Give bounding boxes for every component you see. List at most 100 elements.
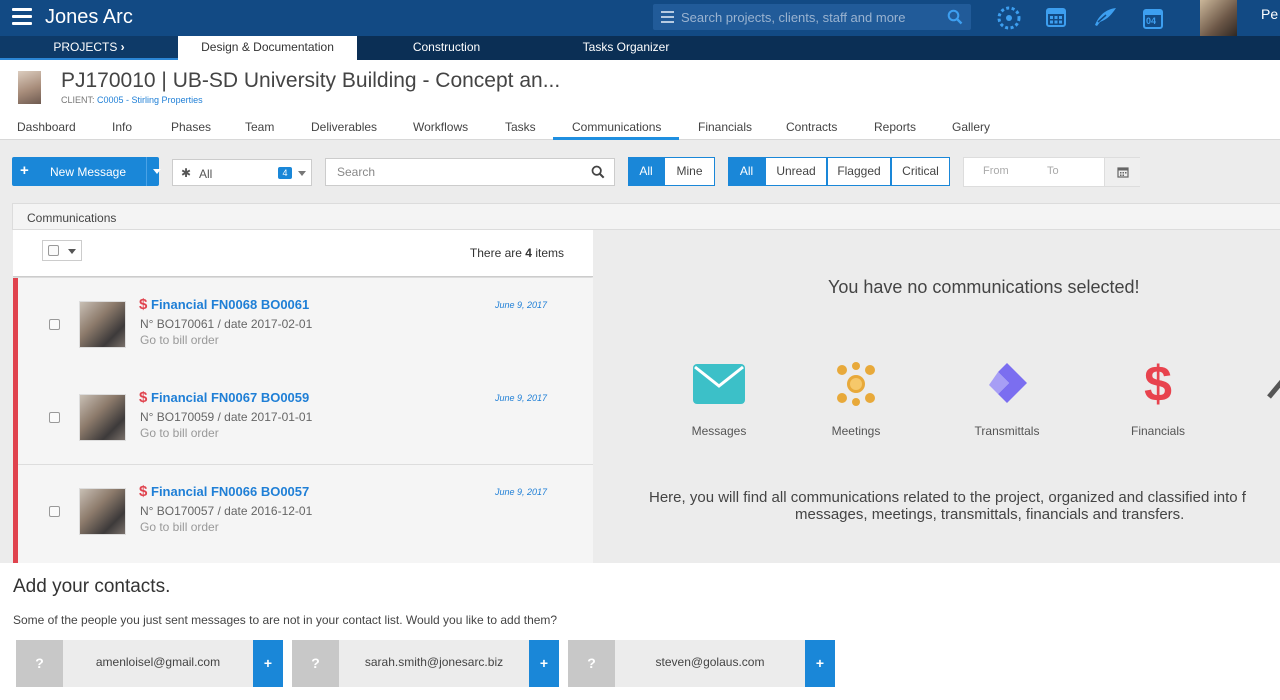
date-picker-button[interactable] (1104, 158, 1140, 186)
list-item[interactable]: $ Financial FN0067 BO0059 N° BO170059 / … (13, 371, 593, 465)
ptab-reports[interactable]: Reports (874, 120, 916, 134)
ptab-contracts[interactable]: Contracts (786, 120, 837, 134)
contact-email: sarah.smith@jonesarc.biz (339, 640, 529, 687)
unknown-avatar-icon: ? (292, 640, 339, 687)
avatar (79, 301, 126, 348)
item-date: June 9, 2017 (494, 300, 547, 310)
item-checkbox[interactable] (49, 506, 60, 517)
scope-all-button[interactable]: All (628, 157, 664, 186)
plus-icon: + (20, 162, 29, 179)
financial-flag (13, 465, 18, 559)
type-filter-select[interactable]: ✱ All 4 (172, 159, 312, 186)
category-transfers[interactable]: Tr (1230, 358, 1280, 438)
status-flagged-button[interactable]: Flagged (827, 157, 891, 186)
item-checkbox[interactable] (49, 319, 60, 330)
transfer-icon (1267, 379, 1280, 399)
ptab-deliverables[interactable]: Deliverables (311, 120, 377, 134)
category-messages[interactable]: Messages (659, 358, 779, 438)
add-contact-button[interactable]: + (529, 640, 559, 687)
item-date: June 9, 2017 (494, 393, 547, 403)
client-link[interactable]: C0005 - Stirling Properties (97, 95, 203, 105)
calendar-icon[interactable] (1045, 5, 1067, 29)
project-thumbnail (18, 71, 41, 104)
items-count: There are 4 items (469, 246, 564, 260)
item-title[interactable]: Financial FN0067 BO0059 (151, 390, 309, 405)
project-header: PJ170010 | UB-SD University Building - C… (0, 60, 1280, 140)
ptab-gallery[interactable]: Gallery (952, 120, 990, 134)
status-all-button[interactable]: All (728, 157, 765, 186)
financial-flag (13, 371, 18, 465)
menu-icon[interactable] (12, 8, 32, 26)
ptab-workflows[interactable]: Workflows (413, 120, 468, 134)
app-name[interactable]: Jones Arc (45, 6, 133, 29)
add-contact-button[interactable]: + (805, 640, 835, 687)
new-message-button[interactable]: + New Message (12, 157, 161, 186)
status-critical-button[interactable]: Critical (891, 157, 950, 186)
empty-state-title: You have no communications selected! (828, 277, 1140, 297)
add-contacts-title: Add your contacts. (13, 576, 171, 597)
user-name[interactable]: Pe (1261, 6, 1278, 22)
bulk-select[interactable] (42, 240, 82, 261)
projects-menu[interactable]: PROJECTS › (0, 36, 178, 60)
ptab-phases[interactable]: Phases (171, 120, 211, 134)
list-item[interactable]: $ Financial FN0068 BO0061 N° BO170061 / … (13, 278, 593, 372)
search-icon[interactable] (591, 165, 605, 179)
date-from-input[interactable]: From (983, 165, 1009, 177)
dollar-icon: $ (139, 389, 148, 406)
calendar-day-number: 04 (1146, 16, 1157, 26)
category-financials[interactable]: $ Financials (1098, 358, 1218, 438)
item-meta: N° BO170059 / date 2017-01-01 (140, 410, 313, 424)
progress-icon[interactable] (995, 5, 1023, 31)
dollar-icon: $ (139, 296, 148, 313)
category-label: Messages (691, 424, 747, 438)
global-search[interactable]: Search projects, clients, staff and more (653, 4, 971, 30)
date-to-input[interactable]: To (1047, 165, 1059, 177)
item-title[interactable]: Financial FN0068 BO0061 (151, 297, 309, 312)
category-label: Tr (1230, 424, 1280, 438)
ptab-tasks[interactable]: Tasks (505, 120, 536, 134)
add-contacts-subtitle: Some of the people you just sent message… (13, 613, 558, 627)
asterisk-icon: ✱ (181, 166, 192, 180)
contact-email: amenloisel@gmail.com (63, 640, 253, 687)
envelope-icon (693, 364, 745, 404)
tab-design-documentation[interactable]: Design & Documentation (178, 36, 357, 60)
chevron-right-icon: › (120, 40, 125, 54)
active-tab-indicator (553, 137, 679, 140)
ptab-info[interactable]: Info (112, 120, 132, 134)
scope-mine-button[interactable]: Mine (664, 157, 715, 186)
item-title[interactable]: Financial FN0066 BO0057 (151, 484, 309, 499)
user-avatar[interactable] (1200, 0, 1237, 36)
item-checkbox[interactable] (49, 412, 60, 423)
add-contact-button[interactable]: + (253, 640, 283, 687)
search-icon[interactable] (947, 9, 963, 25)
message-search-input[interactable] (326, 159, 586, 185)
ptab-dashboard[interactable]: Dashboard (17, 120, 76, 134)
message-search (325, 158, 615, 186)
ptab-communications[interactable]: Communications (572, 120, 661, 134)
dropdown-caret-icon[interactable] (153, 169, 161, 174)
date-range: From To (963, 157, 1140, 187)
empty-state-description: Here, you will find all communications r… (649, 489, 1246, 523)
ptab-financials[interactable]: Financials (698, 120, 752, 134)
select-all-checkbox[interactable] (48, 245, 59, 256)
unknown-avatar-icon: ? (568, 640, 615, 687)
category-transmittals[interactable]: Transmittals (947, 358, 1067, 438)
tab-construction[interactable]: Construction (357, 36, 536, 60)
financial-flag (13, 278, 18, 372)
go-to-bill-order-link[interactable]: Go to bill order (140, 333, 219, 347)
go-to-bill-order-link[interactable]: Go to bill order (140, 520, 219, 534)
avatar (79, 394, 126, 441)
list-item[interactable]: $ Financial FN0066 BO0057 N° BO170057 / … (13, 465, 593, 559)
category-meetings[interactable]: Meetings (796, 358, 916, 438)
item-meta: N° BO170061 / date 2017-02-01 (140, 317, 313, 331)
item-meta: N° BO170057 / date 2016-12-01 (140, 504, 313, 518)
feather-icon[interactable] (1092, 5, 1118, 29)
go-to-bill-order-link[interactable]: Go to bill order (140, 426, 219, 440)
communications-panel-header: Communications (12, 203, 1280, 230)
new-message-label: New Message (50, 165, 127, 179)
chevron-down-icon (298, 171, 306, 176)
ptab-team[interactable]: Team (245, 120, 274, 134)
chevron-down-icon[interactable] (68, 249, 76, 254)
tab-tasks-organizer[interactable]: Tasks Organizer (536, 36, 716, 60)
status-unread-button[interactable]: Unread (765, 157, 827, 186)
